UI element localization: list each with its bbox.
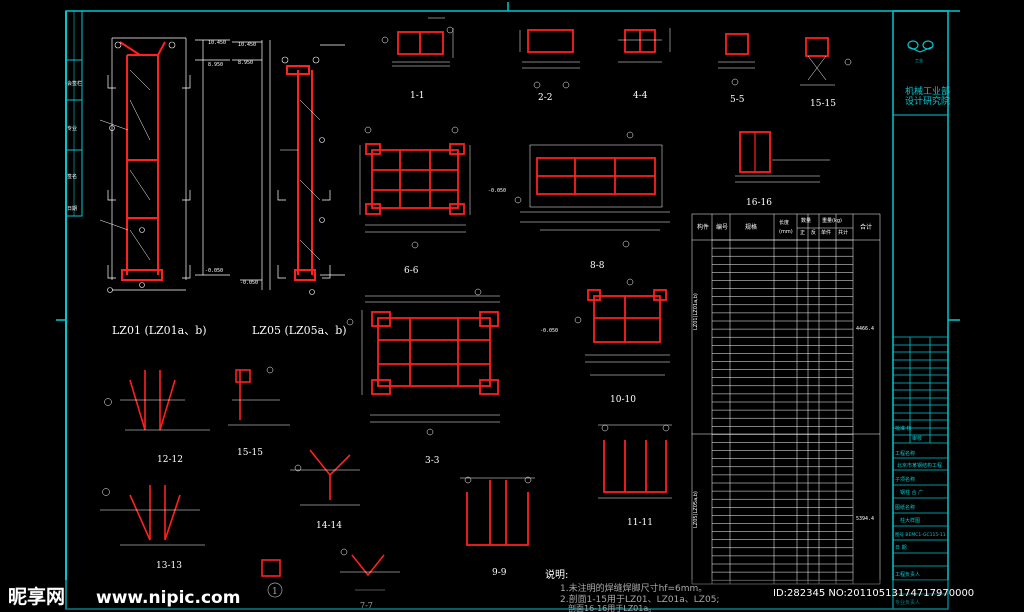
th-qty-pos: 正 [800,230,805,236]
section-5-5: 5-5 [718,33,755,105]
notes-title: 说明: [545,568,568,581]
table-group-lz05: LZ05(LZ05a,b) [693,491,699,528]
strip-label-3: 日期 [67,206,77,212]
section-15-15: 15-15 [800,37,852,109]
section-11-11: 11-11 [598,424,672,528]
label-12-12: 12-12 [157,455,183,465]
logo-caption: 工业 [915,57,923,63]
left-signature-strip: 会签栏 专业 签名 日期 [65,10,83,217]
tb-review: 审核 [912,435,922,442]
label-15-15-lower: 15-15 [237,448,263,458]
section-16-16: 16-16 [735,131,830,208]
label-16-16: 16-16 [746,198,772,208]
th-weight: 重量(kg) [822,217,842,224]
watermark-url: www.nipic.com [96,588,240,608]
th-weight-unit: 单件 [821,229,831,236]
label-14-14: 14-14 [316,521,342,531]
column-lz01-elevation: 10.450 8.950 -0.050 LZ01 (LZ01a、b) [99,37,230,337]
label-9-9: 9-9 [492,568,507,578]
tb-drawing-no: 图号 BEMC1-GC115-11 [895,532,946,538]
tb-drawing-name: 柱大样图 [900,517,920,524]
label-lz01: LZ01 (LZ01a、b) [112,324,207,337]
svg-text:10.450: 10.450 [238,42,256,48]
section-2-2: 2-2 [519,29,580,103]
watermark-brand: 昵享网 [8,585,65,608]
th-member: 构件 [697,223,709,231]
label-lz05: LZ05 (LZ05a、b) [252,324,347,337]
table-sum-lz01: 4466.4 [856,326,874,332]
material-table: 构件 编号 规格 长度 (mm) 数量 正 反 重量(kg) 单件 共计 合计 … [691,213,881,585]
label-1-1: 1-1 [410,91,425,101]
title-block: 工业 机械工业部 设计研究院 批准 核 审核 工程名称 北京市某钢结构工程 子项… [892,10,950,610]
tb-subitem-label: 子项名称 [895,476,915,483]
drawing-frame [56,2,960,610]
th-qty: 数量 [801,217,811,224]
section-3-3: 3-3 [346,288,500,466]
svg-text:-0.050: -0.050 [240,280,258,286]
th-weight-total: 共计 [838,229,848,236]
table-group-lz01: LZ01(LZ01a,b) [693,293,699,330]
th-length-unit: (mm) [779,229,793,235]
tb-project-name: 北京市某钢结构工程 [897,462,942,469]
company-name-2: 设计研究院 [905,95,950,107]
column-lz05-elevation: 10.450 8.950 -0.050 LZ05 (LZ05a、b) [232,40,347,337]
strip-label-1: 专业 [67,125,77,132]
tb-drawing-label: 图纸名称 [895,504,915,511]
label-10-10: 10-10 [610,395,636,405]
section-12-12: 12-12 [104,370,210,465]
company-logo [907,40,934,53]
svg-text:10.450: 10.450 [208,40,226,46]
tb-approve: 批准 核 [895,425,912,432]
section-8-8: -0.050 8-8 [488,131,670,271]
th-qty-neg: 反 [811,229,816,236]
section-9-9: 9-9 [460,476,535,578]
label-11-11: 11-11 [627,518,653,528]
label-6-6: 6-6 [404,266,419,276]
table-sum-lz05: 5394.4 [856,516,874,522]
section-10-10: -0.050 10-10 [540,278,670,405]
label-13-13: 13-13 [156,561,182,571]
svg-text:8.950: 8.950 [238,60,253,66]
tb-date: 日 期 [895,545,907,551]
label-15-15-top: 15-15 [810,99,836,109]
svg-text:-0.050: -0.050 [205,268,223,274]
label-3-3: 3-3 [425,456,440,466]
label-4-4: 4-4 [633,91,648,101]
section-15-15-lower: 15-15 [228,366,290,458]
section-1-1: 1-1 [381,17,454,101]
strip-label-0: 会签栏 [67,80,82,87]
company-name-1: 机械工业部 [905,85,950,97]
th-length: 长度 [779,219,789,226]
section-14-14: 14-14 [290,449,360,531]
watermark: 昵享网 www.nipic.com ID:282345 NO:201105131… [0,580,1024,612]
section-13-13: 13-13 [100,485,205,571]
svg-text:-0.050: -0.050 [540,328,558,334]
label-5-5: 5-5 [730,95,745,105]
watermark-id: ID:282345 NO:20110513174717970000 [773,588,974,599]
svg-text:-0.050: -0.050 [488,188,506,194]
section-6-6: 6-6 [359,126,471,276]
tb-project-lead: 工程负责人 [895,571,920,578]
label-2-2: 2-2 [538,93,553,103]
tb-project-label: 工程名称 [895,450,915,457]
cad-drawing-canvas: 会签栏 专业 签名 日期 工业 机械工业部 设计研究院 批准 核 审核 工程名称… [0,2,1024,612]
strip-label-2: 签名 [67,173,77,180]
th-spec: 规格 [745,223,757,231]
label-8-8: 8-8 [590,261,605,271]
th-total: 合计 [860,223,872,231]
svg-text:8.950: 8.950 [208,62,223,68]
th-no: 编号 [716,223,728,231]
section-4-4: 4-4 [618,28,671,101]
tb-subitem-name: 钢柱 合 广 [900,489,923,496]
table-grid [691,213,881,585]
